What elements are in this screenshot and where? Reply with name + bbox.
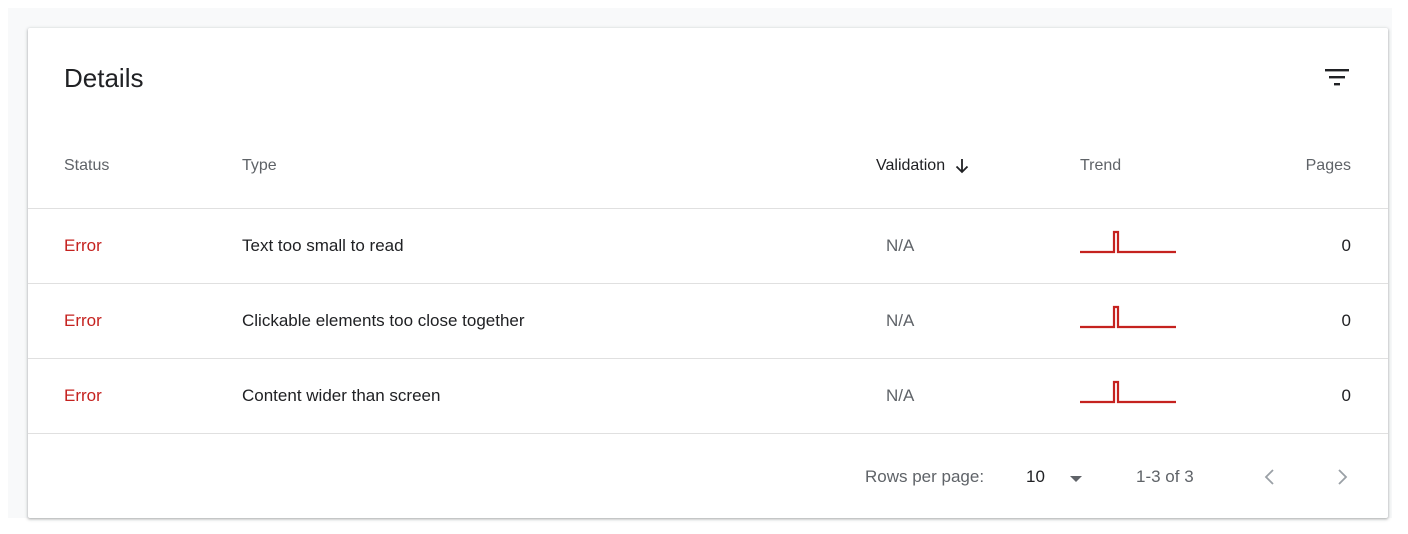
table-row[interactable]: Error Content wider than screen N/A 0 [28,359,1388,434]
arrow-down-icon [955,159,969,174]
caret-down-icon[interactable] [1068,474,1084,484]
status-cell: Error [64,386,102,405]
rows-per-page-select[interactable]: 10 [1026,466,1045,488]
filter-list-icon [1325,69,1349,86]
details-card: Details Status Type Validation Trend Pag… [28,28,1388,518]
validation-cell: N/A [886,311,915,330]
table-row[interactable]: Error Clickable elements too close toget… [28,284,1388,359]
type-cell: Content wider than screen [242,386,441,405]
next-page-button[interactable] [1328,463,1356,491]
page-background: Details Status Type Validation Trend Pag… [8,8,1392,518]
column-header-pages[interactable]: Pages [1306,156,1351,176]
chevron-right-icon [1338,469,1348,485]
table-pagination: Rows per page: 10 1-3 of 3 [28,433,1388,518]
column-header-validation[interactable]: Validation [876,156,971,176]
pages-cell: 0 [1341,311,1351,330]
status-cell: Error [64,236,102,255]
pages-cell: 0 [1341,386,1351,405]
validation-cell: N/A [886,236,915,255]
table-header-row: Status Type Validation Trend Pages [28,128,1388,209]
column-header-type[interactable]: Type [242,156,277,176]
card-header: Details [28,28,1388,128]
pagination-range: 1-3 of 3 [1136,467,1194,486]
status-cell: Error [64,311,102,330]
table-row[interactable]: Error Text too small to read N/A 0 [28,209,1388,284]
type-cell: Text too small to read [242,236,404,255]
previous-page-button[interactable] [1256,463,1284,491]
card-title: Details [64,63,144,93]
pages-cell: 0 [1341,236,1351,255]
column-header-validation-label: Validation [876,157,946,174]
trend-sparkline [1080,302,1180,338]
type-cell: Clickable elements too close together [242,311,525,330]
trend-sparkline [1080,377,1180,413]
filter-button[interactable] [1317,58,1357,98]
validation-cell: N/A [886,386,915,405]
trend-sparkline [1080,227,1180,263]
rows-per-page-label: Rows per page: [865,467,985,486]
column-header-trend: Trend [1080,157,1122,174]
column-header-status[interactable]: Status [64,156,109,176]
chevron-left-icon [1264,469,1274,485]
